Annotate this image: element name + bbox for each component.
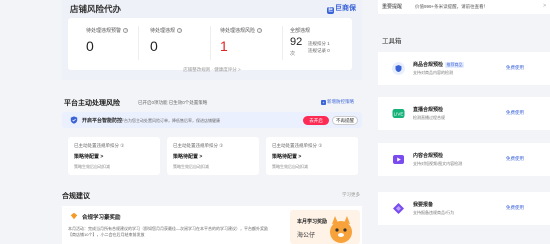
brand-logo: 巨巨商保	[327, 3, 356, 14]
stat-unit: 次	[290, 51, 296, 57]
tool-use-link[interactable]: 免费使用	[506, 205, 524, 211]
tool-badge: 推荐商品	[445, 62, 465, 68]
strategy-desc: 策略生效后自动扣减	[74, 164, 110, 169]
sub-count: 违规扣分 1	[308, 41, 330, 46]
tool-live-check[interactable]: LIVE 直播合规预检 检测直播过程合规 免费使用	[378, 97, 550, 130]
help-icon: ?	[177, 28, 183, 33]
tool-desc: 支持报备违规商品/行为	[413, 210, 455, 215]
reward-icon	[70, 212, 78, 220]
strategy-card[interactable]: 已主动处置违规单扣分 ① 策略待配置 > 策略生效后自动扣减	[266, 137, 358, 175]
strategy-label: 已主动处置违规单扣分 ①	[74, 143, 125, 148]
view-more-link[interactable]: 店铺整改规则 · 健康度评分 >	[62, 67, 362, 73]
enable-button[interactable]: 去开启	[303, 115, 329, 125]
help-icon: ?	[123, 28, 129, 33]
smart-defense-bar: 开启平台智能防控 平台为您主动处置风险订单，降低售后率，保进店铺健康 去开启 不…	[62, 112, 362, 128]
stat-value: 0	[150, 38, 158, 54]
sub-counts: 违规扣分 1 违规记录 0	[308, 40, 330, 54]
stat-value: 92	[290, 36, 303, 48]
side-column: 重要提醒 价值999+条米读提醒，请前往查看！ > 工具箱 商品合规预检 推荐商品…	[370, 0, 550, 244]
strategy-label: 已主动处置违规单扣分 ①	[272, 143, 323, 148]
promo-title: 本月学习奖励	[297, 219, 328, 225]
tool-desc: 检测直播过程合规	[413, 115, 445, 120]
stat-label: 全部违规	[290, 28, 311, 34]
divider	[138, 26, 139, 60]
divider	[282, 26, 283, 60]
play-icon	[393, 155, 404, 164]
smart-defense-title: 开启平台智能防控	[82, 118, 123, 124]
reward-promo[interactable]: 本月学习奖励 海公仔	[290, 210, 360, 244]
help-icon: ?	[257, 28, 263, 33]
compliance-card-text: 本月活动：完成当月所有合规建议的学习（即如您月月获最佳—次阅学习在本平合的的学习…	[68, 226, 268, 237]
notice-bar[interactable]: 重要提醒 价值999+条米读提醒，请前往查看！ >	[378, 0, 550, 14]
strategy-label: 已主动处置违规单扣分 ①	[173, 143, 224, 148]
strategy-card[interactable]: 已主动处置违规单扣分 ① 策略待配置 > 策略生效后自动扣减	[68, 137, 160, 175]
divider	[210, 26, 211, 60]
tool-desc: 支持对商品内容的检测	[413, 70, 453, 75]
tool-use-link[interactable]: 免费使用	[506, 156, 524, 162]
notice-tag: 重要提醒	[382, 4, 403, 10]
report-icon	[393, 203, 404, 214]
stat-label: 待处理违规风险	[220, 28, 256, 34]
risk-stats: 待处理违规预警 ? 0 待处理违规 ? 0 待处理违规风险 ? 1 全部违规 9…	[68, 18, 352, 70]
stat-label: 待处理违规	[150, 28, 176, 34]
learn-more-link[interactable]: 学习更多	[342, 192, 360, 198]
tool-content-check[interactable]: 内容合规预检 支持对短视频/图文内容检测 免费使用	[378, 143, 550, 176]
mascot-icon	[330, 216, 352, 243]
tool-name: 直播合规预检	[413, 107, 444, 113]
shield-icon	[70, 116, 78, 124]
toolbox-title: 工具箱	[382, 38, 402, 45]
svg-text:LIVE: LIVE	[394, 112, 404, 117]
active-risk-title: 平台主动处理风险	[64, 100, 120, 107]
stat-value: 1	[220, 38, 228, 54]
stat-label: 待处理违规预警	[86, 28, 122, 34]
sub-count: 违规记录 0	[308, 48, 330, 53]
new-feature-label: 新增防控策略	[327, 99, 354, 104]
strategy-desc: 策略生效后自动扣减	[272, 164, 308, 169]
brand-label: 巨商保	[335, 5, 356, 12]
active-risk-subtitle: 已开启0项功能 已生效0个处置策略	[138, 100, 208, 105]
plus-icon: +	[321, 100, 326, 105]
notice-text: 价值999+条米读提醒，请前往查看！	[415, 3, 489, 9]
dismiss-button[interactable]: 不再提醒	[332, 115, 358, 125]
tool-name: 我要报备	[413, 202, 434, 208]
shop-risk-card: 店铺风险代办 巨巨商保 待处理违规预警 ? 0 待处理违规 ? 0 待处理违规风…	[62, 0, 362, 80]
shop-risk-title: 店铺风险代办	[70, 4, 122, 14]
strategy-value[interactable]: 策略待配置 >	[74, 153, 103, 160]
compliance-card-title: 合规学习豪奖励	[82, 215, 121, 221]
tool-use-link[interactable]: 免费使用	[506, 110, 524, 116]
live-icon: LIVE	[392, 109, 405, 118]
main-column: 店铺风险代办 巨巨商保 待处理违规预警 ? 0 待处理违规 ? 0 待处理违规风…	[62, 0, 362, 244]
strategy-value[interactable]: 策略待配置 >	[272, 153, 301, 160]
strategy-card[interactable]: 已主动处置违规单扣分 ① 策略待配置 > 策略生效后自动扣减	[167, 137, 259, 175]
chevron-right-icon: >	[543, 3, 546, 9]
tool-product-check[interactable]: 商品合规预检 推荐商品 支持对商品内容的检测 免费使用	[378, 52, 550, 85]
tool-name: 内容合规预检	[413, 153, 444, 159]
tool-desc: 支持对短视频/图文内容检测	[413, 161, 463, 166]
tool-report[interactable]: 我要报备 支持报备违规商品/行为 免费使用	[378, 192, 550, 225]
new-feature-link[interactable]: + 新增防控策略	[321, 99, 354, 105]
stat-value: 0	[86, 38, 94, 54]
tool-name: 商品合规预检	[413, 62, 444, 68]
tool-use-link[interactable]: 免费使用	[506, 65, 524, 71]
compliance-title: 合规建议	[62, 193, 90, 200]
smart-defense-text: 平台为您主动处置风险订单，降低售后率，保进店铺健康	[120, 117, 220, 123]
compliance-card: 合规学习豪奖励 本月活动：完成当月所有合规建议的学习（即如您月月获最佳—次阅学习…	[62, 206, 362, 244]
promo-subtitle: 海公仔	[297, 233, 316, 239]
brand-icon: 巨	[327, 7, 334, 14]
strategy-desc: 策略生效后自动扣减	[173, 164, 209, 169]
shield-icon	[392, 62, 405, 75]
strategy-value[interactable]: 策略待配置 >	[173, 153, 202, 160]
